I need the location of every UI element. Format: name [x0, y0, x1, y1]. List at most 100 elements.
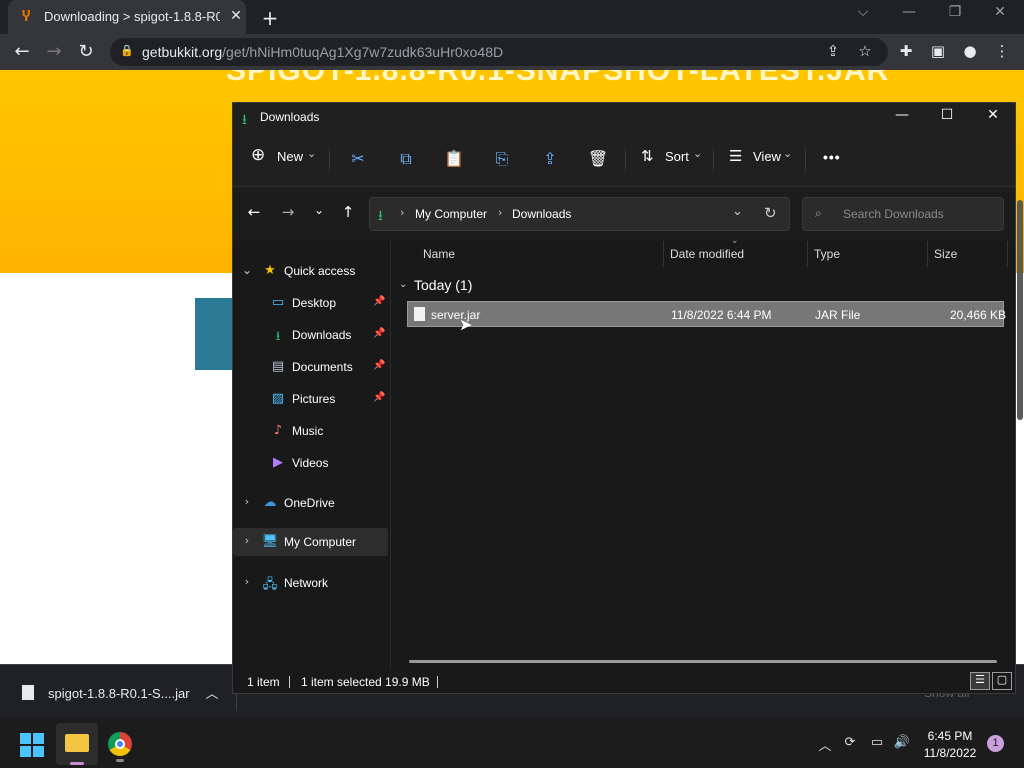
- search-input[interactable]: ⌕ Search Downloads: [802, 197, 1004, 231]
- profile-icon[interactable]: ●: [959, 42, 981, 62]
- divider: [625, 149, 626, 171]
- column-header-name[interactable]: Name: [423, 247, 455, 261]
- divider[interactable]: [927, 241, 928, 267]
- divider: [329, 149, 330, 171]
- browser-close-button[interactable]: ✕: [985, 4, 1015, 28]
- new-tab-button[interactable]: +: [260, 6, 280, 30]
- tiles-view-button[interactable]: ▢: [992, 672, 1012, 690]
- share-icon[interactable]: ⇪: [822, 42, 844, 62]
- tab-close-icon[interactable]: ✕: [228, 8, 244, 26]
- downloads-icon: ⭳: [378, 208, 383, 224]
- delete-icon[interactable]: 🗑: [587, 149, 609, 171]
- group-header[interactable]: Today (1): [414, 277, 472, 293]
- chevron-right-icon: ›: [400, 206, 405, 219]
- column-header-size[interactable]: Size: [934, 247, 957, 261]
- volume-icon[interactable]: 🔊: [892, 735, 912, 753]
- extensions-icon[interactable]: ✚: [895, 42, 917, 62]
- forward-button[interactable]: →: [276, 203, 300, 225]
- group-collapse-chevron-icon[interactable]: ⌄: [399, 279, 411, 293]
- divider: [805, 149, 806, 171]
- file-explorer-window: ⭳ Downloads — ☐ ✕ ⊕ New ⌄ ✂ ⧉ 📋 ⎘ ⇪ 🗑 ⇅ …: [232, 102, 1016, 694]
- close-button[interactable]: ✕: [978, 107, 1008, 129]
- sidebar-item-downloads[interactable]: ⭳ Downloads 📌: [233, 321, 388, 349]
- divider: [713, 149, 714, 171]
- file-icon: [414, 307, 425, 321]
- sort-icon: ⇅: [641, 147, 654, 165]
- sidebar-item-desktop[interactable]: ▭ Desktop 📌: [233, 289, 388, 317]
- refresh-icon[interactable]: ↻: [764, 204, 777, 222]
- tab-search-icon[interactable]: ⌵: [848, 4, 878, 28]
- cut-icon[interactable]: ✂: [347, 149, 369, 171]
- breadcrumb-my-computer[interactable]: My Computer: [415, 207, 487, 221]
- sidebar-item-documents[interactable]: ▤ Documents 📌: [233, 353, 388, 381]
- forward-button[interactable]: →: [41, 40, 67, 64]
- bookmark-star-icon[interactable]: ☆: [854, 42, 876, 62]
- recent-locations-chevron-icon[interactable]: ⌄: [307, 203, 331, 225]
- back-button[interactable]: ←: [242, 203, 266, 225]
- explorer-titlebar[interactable]: ⭳ Downloads — ☐ ✕: [233, 103, 1015, 133]
- rename-icon[interactable]: ⎘: [491, 149, 513, 171]
- minimize-button[interactable]: —: [887, 107, 917, 129]
- url-host: getbukkit.org: [142, 44, 223, 60]
- divider[interactable]: [1007, 241, 1008, 267]
- address-bar[interactable]: 🔒 getbukkit.org/get/hNiHm0tuqAg1Xg7w7zud…: [110, 38, 888, 66]
- clock-time[interactable]: 6:45 PM: [918, 729, 982, 743]
- details-view-button[interactable]: ☰: [970, 672, 990, 690]
- chrome-taskbar-icon[interactable]: [108, 732, 132, 756]
- address-dropdown-icon[interactable]: ⌄: [732, 204, 743, 219]
- network-icon: 🖧: [262, 577, 278, 592]
- url-text[interactable]: getbukkit.org/get/hNiHm0tuqAg1Xg7w7zudk6…: [142, 44, 503, 60]
- clock-date[interactable]: 11/8/2022: [918, 746, 982, 760]
- browser-tab[interactable]: Ⴤ Downloading > spigot-1.8.8-R0.1 ✕: [8, 0, 246, 34]
- vertical-scrollbar[interactable]: [1017, 200, 1023, 420]
- selection-info: 1 item selected 19.9 MB: [301, 675, 430, 689]
- share-icon[interactable]: ⇪: [539, 149, 561, 171]
- pin-icon: 📌: [373, 392, 386, 403]
- sidebar-item-network[interactable]: › 🖧 Network: [233, 569, 388, 597]
- sidebar-item-my-computer[interactable]: › 🖥 My Computer: [233, 528, 388, 556]
- browser-minimize-button[interactable]: —: [894, 4, 924, 28]
- windows-start-icon[interactable]: [20, 733, 44, 757]
- sidebar-item-videos[interactable]: ▶ Videos: [233, 449, 388, 477]
- notification-badge[interactable]: 1: [987, 735, 1004, 752]
- back-button[interactable]: ←: [9, 40, 35, 64]
- network-icon[interactable]: ▭: [867, 735, 887, 753]
- sidebar-item-label: Pictures: [292, 392, 336, 406]
- divider: [437, 676, 438, 688]
- sidebar-item-music[interactable]: ♪ Music: [233, 417, 388, 445]
- chrome-menu-icon[interactable]: ⋮: [991, 42, 1013, 62]
- sidebar-item-label: Documents: [292, 360, 353, 374]
- side-panel-icon[interactable]: ▣: [927, 42, 949, 62]
- divider[interactable]: [390, 241, 391, 669]
- more-options-icon[interactable]: •••: [823, 149, 841, 175]
- chevron-right-icon[interactable]: ›: [241, 495, 253, 511]
- reload-button[interactable]: ↻: [73, 40, 99, 64]
- file-row[interactable]: server.jar 11/8/2022 6:44 PM JAR File 20…: [407, 301, 1006, 327]
- sidebar-item-onedrive[interactable]: › ☁ OneDrive: [233, 489, 388, 517]
- download-options-chevron-icon[interactable]: ︿: [204, 683, 220, 702]
- chevron-right-icon[interactable]: ›: [241, 575, 253, 591]
- copy-icon[interactable]: ⧉: [395, 149, 417, 171]
- sidebar-item-quick-access[interactable]: ⌄ ★ Quick access: [233, 257, 388, 285]
- taskbar: ︿ ⟳ ▭ 🔊 6:45 PM 11/8/2022 1: [0, 719, 1024, 768]
- column-header-type[interactable]: Type: [814, 247, 840, 261]
- download-item-name[interactable]: spigot-1.8.8-R0.1-S....jar: [48, 686, 190, 701]
- chevron-right-icon[interactable]: ›: [241, 534, 253, 550]
- sidebar-item-pictures[interactable]: ▨ Pictures 📌: [233, 385, 388, 413]
- file-explorer-taskbar-icon[interactable]: [56, 723, 98, 765]
- breadcrumb[interactable]: ⭳ › My Computer › Downloads ⌄ ↻: [369, 197, 790, 231]
- breadcrumb-downloads[interactable]: Downloads: [512, 207, 571, 221]
- lock-icon[interactable]: 🔒: [120, 44, 134, 58]
- horizontal-scrollbar[interactable]: [409, 660, 997, 663]
- computer-icon: 🖥: [261, 534, 279, 549]
- sync-icon[interactable]: ⟳: [840, 735, 860, 753]
- browser-restore-button[interactable]: ❐: [940, 4, 970, 28]
- maximize-button[interactable]: ☐: [932, 107, 962, 129]
- chevron-down-icon[interactable]: ⌄: [241, 263, 253, 279]
- up-button[interactable]: ↑: [336, 203, 360, 225]
- column-header-date[interactable]: Date modified: [670, 247, 744, 261]
- divider[interactable]: [663, 241, 664, 267]
- tray-overflow-chevron-icon[interactable]: ︿: [815, 735, 835, 754]
- paste-icon[interactable]: 📋: [443, 149, 465, 171]
- divider[interactable]: [807, 241, 808, 267]
